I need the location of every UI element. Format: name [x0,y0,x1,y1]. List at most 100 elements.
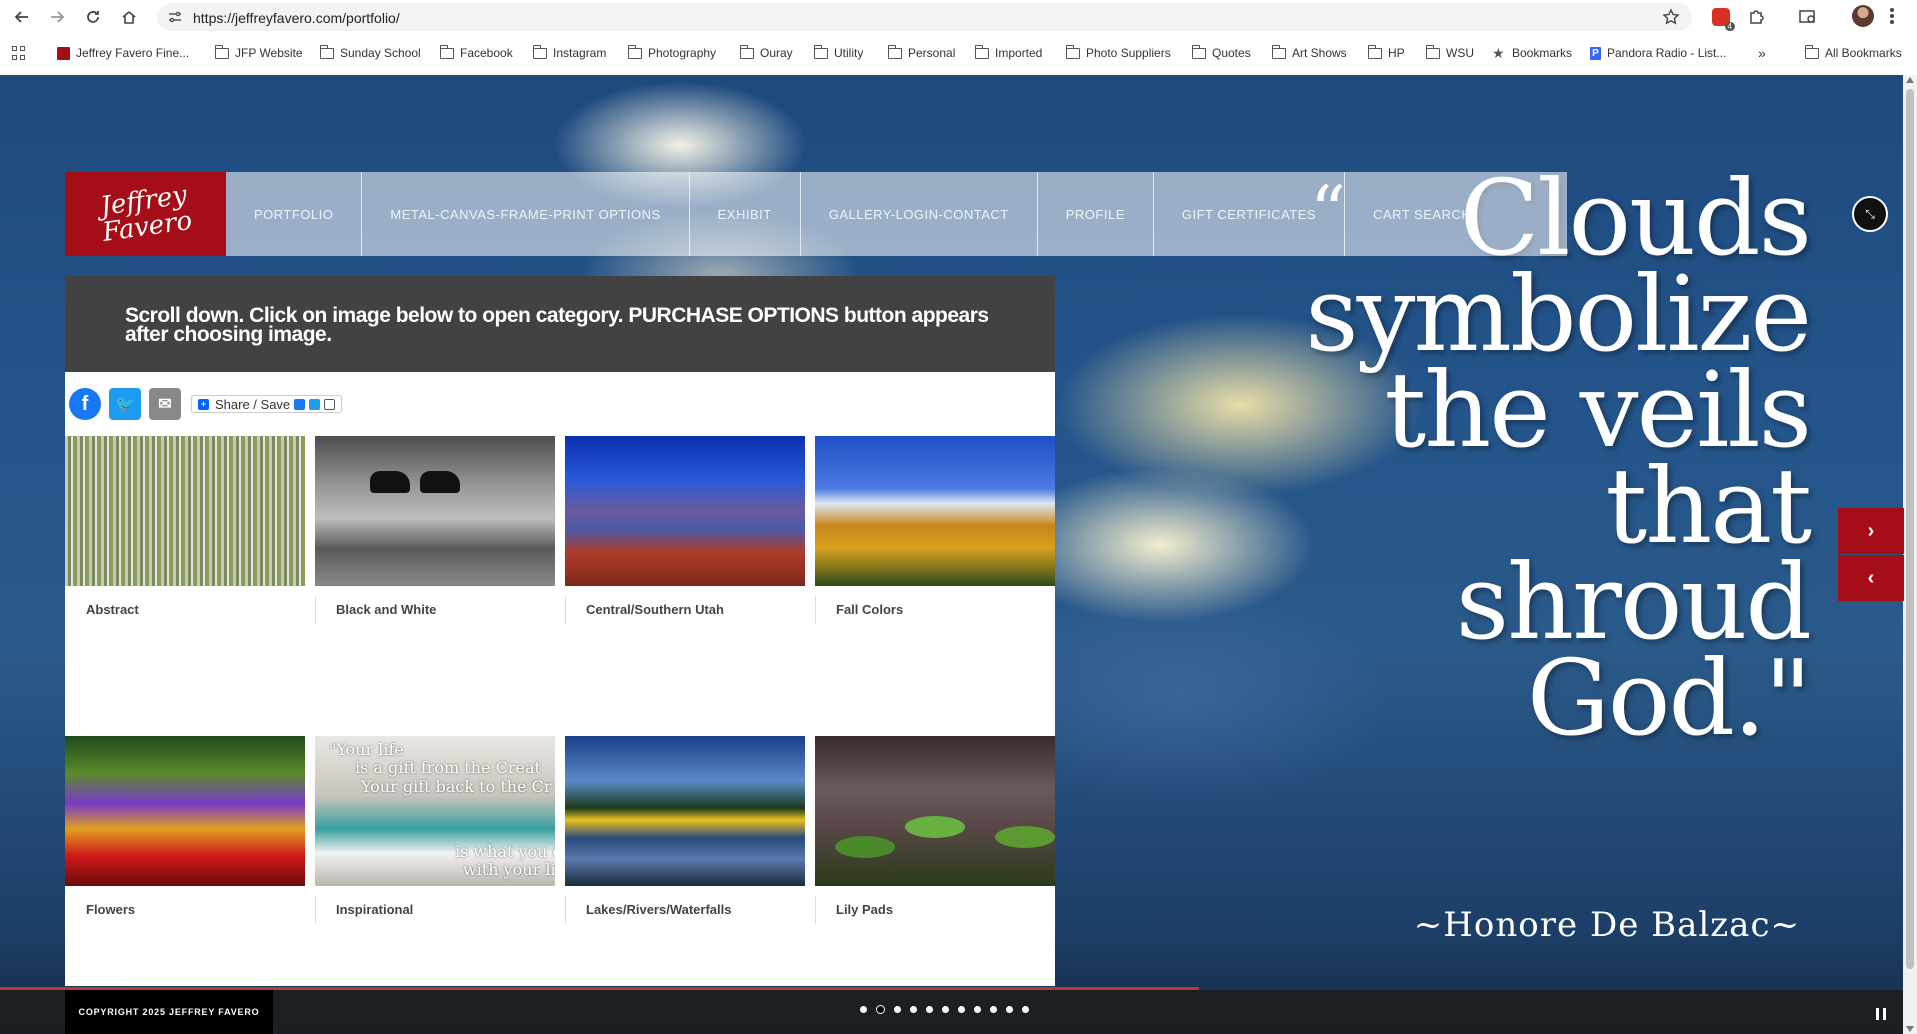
addtoany-plus-icon: + [198,398,209,410]
thumbnail-quote-text: with your lif [463,860,555,879]
category-label[interactable]: Fall Colors [815,602,1055,617]
category-card-black-and-white[interactable]: Black and White [315,436,555,624]
bookmark-folder-photography[interactable]: Photography [627,42,716,64]
bookmark-folder-instagram[interactable]: Instagram [532,42,606,64]
browser-menu-icon[interactable] [1890,8,1894,24]
slide-dot[interactable] [876,1005,885,1014]
bookmark-folder-jfp-website[interactable]: JFP Website [214,42,303,64]
site-settings-icon[interactable] [167,9,183,25]
site-logo[interactable]: Jeffrey Favero [65,172,226,256]
bookmark-all-bookmarks[interactable]: All Bookmarks [1804,42,1902,64]
category-card-lily-pads[interactable]: Lily Pads [815,736,1055,924]
page-scrollbar[interactable] [1903,75,1917,1034]
nav-portfolio[interactable]: PORTFOLIO [226,172,363,256]
bookmarks-bar: Jeffrey Favero Fine... JFP Website Sunda… [0,42,1917,66]
back-arrow-icon[interactable] [10,5,34,29]
category-label[interactable]: Black and White [315,602,555,617]
bookmark-pandora[interactable]: P Pandora Radio - List... [1590,42,1726,64]
category-thumbnail[interactable] [315,436,555,586]
slide-dot[interactable] [894,1006,901,1013]
category-label[interactable]: Flowers [65,902,305,917]
nav-cart-search[interactable]: CART SEARCH [1345,172,1499,256]
folder-icon [974,44,989,59]
pause-icon[interactable] [1876,1008,1886,1020]
nav-print-options[interactable]: METAL-CANVAS-FRAME-PRINT OPTIONS [362,172,690,256]
folder-icon [1367,44,1382,59]
slide-next-button[interactable]: › [1838,508,1904,554]
folder-icon [1425,44,1440,59]
bookmark-folder-utility[interactable]: Utility [813,42,863,64]
bookmarks-overflow-chevron-icon[interactable]: » [1758,42,1766,64]
category-card-inspirational[interactable]: "Your life is a gift from the Creat Your… [315,736,555,924]
slide-dot[interactable] [974,1006,981,1013]
category-label[interactable]: Lily Pads [815,902,1055,917]
nav-profile[interactable]: PROFILE [1038,172,1154,256]
category-thumbnail[interactable] [815,436,1055,586]
folder-icon [1271,44,1286,59]
nav-exhibit[interactable]: EXHIBIT [690,172,801,256]
bookmark-folder-facebook[interactable]: Facebook [439,42,513,64]
category-card-central-southern-utah[interactable]: Central/Southern Utah [565,436,805,624]
category-card-lakes-rivers-waterfalls[interactable]: Lakes/Rivers/Waterfalls [565,736,805,924]
extension-icon-red[interactable]: 4 [1710,6,1735,31]
scrollbar-thumb[interactable] [1906,89,1914,969]
email-share-icon[interactable]: ✉ [149,388,181,420]
slide-prev-button[interactable]: ‹ [1838,555,1904,601]
category-thumbnail[interactable] [65,736,305,886]
category-label[interactable]: Abstract [65,602,305,617]
slide-dot[interactable] [958,1006,965,1013]
nav-gallery-login-contact[interactable]: GALLERY-LOGIN-CONTACT [801,172,1038,256]
slide-dot[interactable] [942,1006,949,1013]
bookmark-folder-wsu[interactable]: WSU [1425,42,1474,64]
category-card-fall-colors[interactable]: Fall Colors [815,436,1055,624]
category-label[interactable]: Central/Southern Utah [565,602,805,617]
folder-icon [319,44,334,59]
twitter-share-icon[interactable]: 🐦 [109,388,141,420]
bookmark-folder-art-shows[interactable]: Art Shows [1271,42,1347,64]
extension-badge: 4 [1724,22,1735,31]
bookmark-bookmarks[interactable]: ★ Bookmarks [1492,42,1572,64]
quote-line: God." [1526,637,1812,759]
category-thumbnail[interactable] [565,436,805,586]
profile-avatar[interactable] [1852,5,1874,27]
slide-dot[interactable] [910,1006,917,1013]
bookmark-folder-photo-suppliers[interactable]: Photo Suppliers [1065,42,1171,64]
facebook-share-icon[interactable]: f [69,388,101,420]
instruction-banner: Scroll down. Click on image below to ope… [65,276,1055,372]
bookmark-folder-hp[interactable]: HP [1367,42,1405,64]
forward-arrow-icon[interactable] [45,5,69,29]
address-bar[interactable]: https://jeffreyfavero.com/portfolio/ [157,3,1692,31]
bookmark-folder-quotes[interactable]: Quotes [1191,42,1251,64]
share-save-button[interactable]: + Share / Save [191,395,343,413]
tab-search-icon[interactable] [1797,6,1819,28]
category-thumbnail[interactable] [565,736,805,886]
slide-dot[interactable] [926,1006,933,1013]
fullscreen-toggle-icon[interactable]: ⤡ [1852,196,1888,232]
home-icon[interactable] [117,5,141,29]
thumbnail-quote-text: is what you c [455,842,555,861]
category-thumbnail[interactable] [65,436,305,586]
scroll-up-arrow-icon[interactable] [1906,77,1914,83]
slide-dot[interactable] [1022,1006,1029,1013]
extensions-puzzle-icon[interactable] [1745,6,1767,28]
category-thumbnail[interactable]: "Your life is a gift from the Creat Your… [315,736,555,886]
bookmark-folder-imported[interactable]: Imported [974,42,1042,64]
category-thumbnail[interactable] [815,736,1055,886]
slide-dot[interactable] [860,1006,867,1013]
bookmark-folder-ouray[interactable]: Ouray [739,42,793,64]
reload-icon[interactable] [81,5,105,29]
bookmark-folder-sunday-school[interactable]: Sunday School [319,42,421,64]
bookmark-jeffrey-favero[interactable]: Jeffrey Favero Fine... [57,42,189,64]
bookmark-folder-personal[interactable]: Personal [887,42,955,64]
category-label[interactable]: Lakes/Rivers/Waterfalls [565,902,805,917]
slide-dot[interactable] [990,1006,997,1013]
category-card-flowers[interactable]: Flowers [65,736,305,917]
bookmark-star-icon[interactable] [1662,8,1680,26]
url-text[interactable]: https://jeffreyfavero.com/portfolio/ [193,10,400,26]
slide-dot[interactable] [1006,1006,1013,1013]
quote-line: symbolize [1305,253,1812,375]
scroll-down-arrow-icon[interactable] [1906,1026,1914,1032]
nav-gift-certificates[interactable]: GIFT CERTIFICATES [1154,172,1346,256]
category-label[interactable]: Inspirational [315,902,555,917]
category-card-abstract[interactable]: Abstract [65,436,305,617]
